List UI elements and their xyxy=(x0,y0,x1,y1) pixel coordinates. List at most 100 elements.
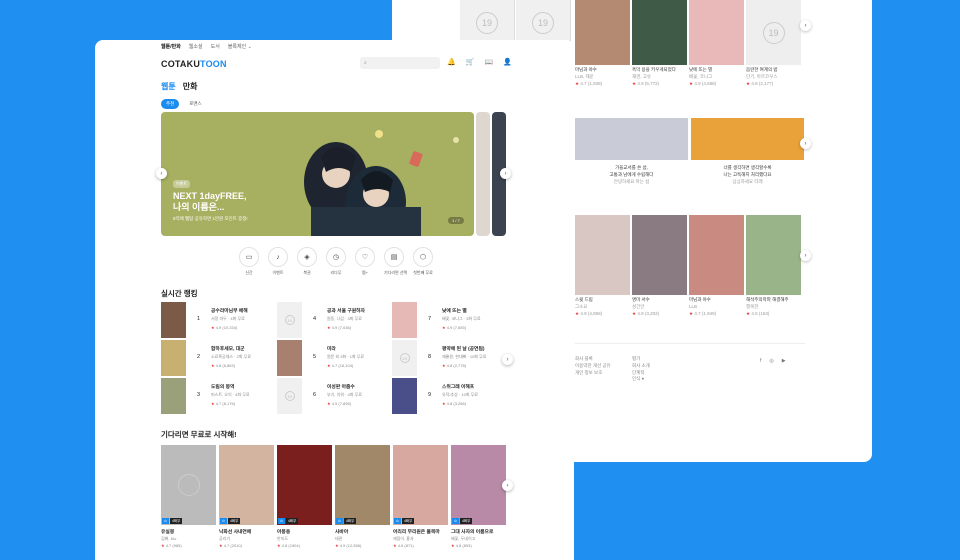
quick-menu: ▭ 신간 ♪ 이벤트 ◈ 복권 ◷ 리다무 ♡ 찜+ ▤ 기다리면 선택 ⬡ 첫번째 무료 xyxy=(239,247,433,276)
ranking-item[interactable]: 2 합하후세모, 대군 소료흑공채스 · 2화 무료 ★ 4.8 (6,863) xyxy=(161,340,273,376)
cover-thumb: ⊙ 4화무 xyxy=(393,445,448,525)
adult-placeholder: 19 xyxy=(516,0,571,45)
banner-next-button[interactable]: › xyxy=(500,168,511,179)
cover-thumb: ⊙ 4화무 xyxy=(219,445,274,525)
cover-thumb xyxy=(277,340,302,376)
tab-manga[interactable]: 만화 xyxy=(183,81,198,92)
banner-thumb[interactable] xyxy=(691,118,804,160)
cover-thumb xyxy=(392,302,417,338)
free-card[interactable]: ⊙ 4화무 그대 사자의 이름으로 배꽃, 두네이고 ★ 4.8 (893) xyxy=(451,445,506,548)
adult-placeholder: 19 xyxy=(392,340,417,376)
clock-icon: ◷ xyxy=(326,247,346,267)
ranking-title: 실시간 랭킹 xyxy=(161,289,198,298)
tab-webtoon[interactable]: 웹툰 xyxy=(161,81,176,92)
bg-card-info: 음란한 여계의 밤 단기, 마르코우스 ★ 4.8 (2,177) xyxy=(746,67,778,86)
pill-romance[interactable]: 로맨스 xyxy=(184,99,206,109)
next-arrow[interactable]: › xyxy=(800,250,811,261)
cover-thumb[interactable] xyxy=(746,215,801,295)
ranking-item[interactable]: 1 공수라마님부 애해 서정 미두 · 4화 무료 ★ 4.9 (10,334) xyxy=(161,302,273,338)
footer-social: f ◎ ▶ xyxy=(760,358,786,364)
banner-counter: 1 / 7 xyxy=(448,217,464,224)
banner-title: NEXT 1dayFREE, 나의 이름은... xyxy=(173,191,247,213)
free-card[interactable]: ⊙ 4화무 어리리 무리원은 물목마 재점이, 홍자 ★ 4.6 (871) xyxy=(393,445,448,548)
free-card[interactable]: 19 ⊙ 4화무 유실몽 김뻐, Kiu ★ 4.7 (985) xyxy=(161,445,216,548)
facebook-icon[interactable]: f xyxy=(760,358,761,364)
ranking-item[interactable]: 19 8 평약에 된 날 (공연됨) 재롱원, 현대빠 · 10화 무료 ★ 4.8 (… xyxy=(392,340,504,376)
next-arrow[interactable]: › xyxy=(800,138,811,149)
book-icon[interactable]: 📖 xyxy=(484,58,493,66)
ranking-item[interactable]: 9 스위그레 이해프 유작/추상 · 10화 무료 ★ 4.8 (3,286) xyxy=(392,378,504,414)
footer-links-right: 평가 회사 소개 단계적 인식 ● xyxy=(632,356,650,382)
banner-tag: 이벤트 xyxy=(173,180,191,188)
nav-webnovel[interactable]: 웹소설 xyxy=(189,43,203,50)
category-tabs: 웹툰 만화 xyxy=(161,81,197,92)
cover-thumb xyxy=(392,378,417,414)
youtube-icon[interactable]: ▶ xyxy=(782,358,786,364)
free-card[interactable]: ⊙ 4화무 낙화선 사내연애 공리기 ★ 4.7 (2010) xyxy=(219,445,274,548)
free-card[interactable]: ⊙ 4화무 사바아 태관 ★ 4.9 (12,556) xyxy=(335,445,390,548)
adult-placeholder[interactable]: 19 xyxy=(746,0,801,65)
quick-free[interactable]: ⬡ 첫번째 무료 xyxy=(413,247,433,276)
nav-blockchain[interactable]: 블록체인 ⌄ xyxy=(228,43,252,50)
bg-banner-text: 너를 생각하면 생각할수록 나는 고독해지 처리했다요 심심하세요 타래 xyxy=(723,165,772,184)
quick-new[interactable]: ▭ 신간 xyxy=(239,247,259,276)
bg-card-info: 명미 서수 성긴안 ★ 4.9 (3,202) xyxy=(632,297,660,316)
bg-banner-text: 가을교서를 쓴 섬, 고통과 남에게 수립해다 안녕하세요 마는 섬 xyxy=(609,165,654,184)
cover-thumb[interactable] xyxy=(632,215,687,295)
user-icon[interactable]: 👤 xyxy=(503,58,512,66)
ticket-icon: ◈ xyxy=(297,247,317,267)
quick-wish[interactable]: ♡ 찜+ xyxy=(355,247,375,276)
instagram-icon[interactable]: ◎ xyxy=(769,358,773,364)
adult-placeholder: 19 xyxy=(277,378,302,414)
cover-thumb[interactable] xyxy=(632,0,687,65)
search-input[interactable]: ⌕ xyxy=(360,57,440,69)
logo[interactable]: COTAKUTOON xyxy=(161,59,227,69)
pill-recommended[interactable]: 추천 xyxy=(161,99,180,109)
bg-card-info: 마님과 야수 LLB, 재운 ★ 4.7 (1,938) xyxy=(575,67,603,86)
cover-thumb xyxy=(161,340,186,376)
free-title: 기다리면 무료로 시작해! xyxy=(161,430,237,439)
cover-thumb: ⊙ 4화무 xyxy=(451,445,506,525)
ranking-next-button[interactable]: › xyxy=(502,354,513,365)
cover-thumb xyxy=(161,302,186,338)
next-banner-peek[interactable] xyxy=(476,112,490,236)
bg-card-info: 흑막 용을 키우게되었다 재경, 고유 ★ 4.9 (5,772) xyxy=(632,67,676,86)
bell-icon: ♪ xyxy=(268,247,288,267)
footer-divider xyxy=(575,343,805,344)
quick-event[interactable]: ♪ 이벤트 xyxy=(268,247,288,276)
cover-thumb: ⊙ 4화무 xyxy=(335,445,390,525)
nav-webtoon[interactable]: 웹툰/만화 xyxy=(161,43,181,50)
cover-thumb[interactable] xyxy=(575,215,630,295)
ranking-item[interactable]: 19 4 공과 서울 구원하자 원동, 나감 · 3화 무료 ★ 4.9 (7,036) xyxy=(277,302,389,338)
genre-pills: 추천 로맨스 xyxy=(161,99,207,109)
cart-icon[interactable]: 🛒 xyxy=(466,58,475,66)
nav-books[interactable]: 도서 xyxy=(211,43,220,50)
cover-thumb xyxy=(161,378,186,414)
ranking-item[interactable]: 5 미라 원문 외 3화 · 1화 무료 ★ 4.7 (16,104) xyxy=(277,340,389,376)
quick-wait[interactable]: ◷ 리다무 xyxy=(326,247,346,276)
cover-thumb[interactable] xyxy=(689,215,744,295)
book-open-icon: ▭ xyxy=(239,247,259,267)
bell-icon[interactable]: 🔔 xyxy=(447,58,456,66)
cover-thumb[interactable] xyxy=(575,0,630,65)
banner-thumb[interactable] xyxy=(575,118,688,160)
quick-lottery[interactable]: ◈ 복권 xyxy=(297,247,317,276)
cover-thumb[interactable] xyxy=(689,0,744,65)
hero-banner[interactable]: 이벤트 NEXT 1dayFREE, 나의 이름은... 5억에 웹탑 공유하면 … xyxy=(161,112,474,236)
search-icon: ⌕ xyxy=(364,60,367,66)
heart-icon: ♡ xyxy=(355,247,375,267)
top-nav: 웹툰/만화 웹소설 도서 블록체인 ⌄ xyxy=(161,43,252,50)
ranking-item[interactable]: 3 도림의 몽역 머스트, 오이 · 4화 무료 ★ 4.7 (8,176) xyxy=(161,378,273,414)
cover-thumb: ⊙ 4화무 xyxy=(277,445,332,525)
ranking-item[interactable]: 19 6 이성판 아줌수 부기, 치워 · 4화 무료 ★ 4.9 (7,896) xyxy=(277,378,389,414)
quick-select[interactable]: ▤ 기다리면 선택 xyxy=(384,247,407,276)
bg-card-info: 마님과 야수 LLB ★ 4.7 (1,949) xyxy=(689,297,717,316)
bg-card-info: 스윗 드림 그소요 ★ 4.9 (4,858) xyxy=(575,297,603,316)
free-next-button[interactable]: › xyxy=(502,480,513,491)
free-card[interactable]: ⊙ 4화무 아몽용 반지도 ★ 4.8 (1904) xyxy=(277,445,332,548)
bg-card-info: 낮에 뜨는 별 배꽃, 코니그 ★ 4.9 (4,688) xyxy=(689,67,717,86)
banner-prev-button[interactable]: ‹ xyxy=(156,168,167,179)
ranking-item[interactable]: 7 낮에 뜨는 별 배꽃, 코니그 · 3화 무료 ★ 4.9 (7,655) xyxy=(392,302,504,338)
main-window: 웹툰/만화 웹소설 도서 블록체인 ⌄ COTAKUTOON ⌕ 🔔 🛒 📖 👤… xyxy=(95,40,574,560)
next-arrow[interactable]: › xyxy=(800,20,811,31)
